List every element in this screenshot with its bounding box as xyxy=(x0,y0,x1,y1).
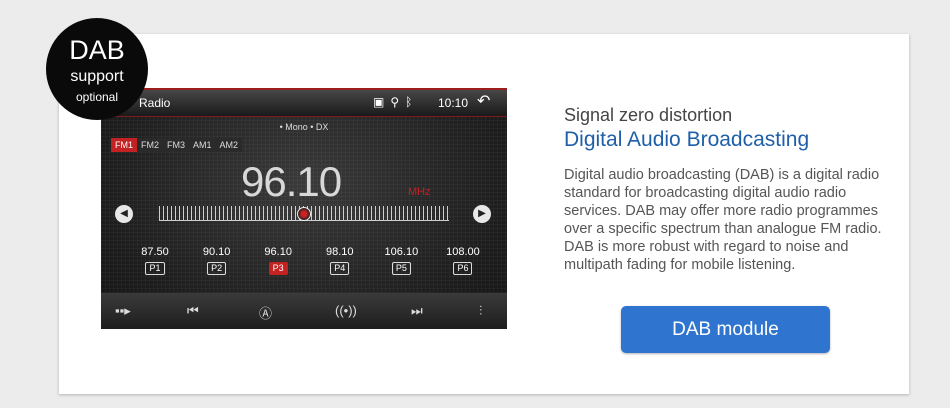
next-icon[interactable]: ⏭ xyxy=(411,303,423,319)
tuning-marker[interactable] xyxy=(297,207,311,221)
band-selector: FM1 FM2 FM3 AM1 AM2 xyxy=(111,138,243,152)
band-fm3[interactable]: FM3 xyxy=(163,138,189,152)
source-icon[interactable]: ▪▪▸ xyxy=(115,303,131,319)
bluetooth-icon: ᛒ xyxy=(405,95,413,109)
band-am1[interactable]: AM1 xyxy=(189,138,216,152)
location-icon: ⚲ xyxy=(390,95,400,109)
preset-item[interactable]: 98.10 P4 xyxy=(314,246,366,276)
clock: 10:10 xyxy=(438,96,469,110)
badge-line1: DAB xyxy=(69,35,125,65)
control-bar: ▪▪▸ ⏮ Ⓐ ((•)) ⏭ ⫶ xyxy=(101,293,507,329)
preset-item[interactable]: 90.10 P2 xyxy=(191,246,243,276)
preset-list: 87.50 P1 90.10 P2 96.10 P3 98.10 P4 106.… xyxy=(129,246,489,276)
auto-search-icon[interactable]: Ⓐ xyxy=(259,303,272,322)
radio-screen: Radio ▣ ⚲ ᛒ 10:10 ↶ • Mono • DX FM1 FM2 FM… xyxy=(101,88,507,329)
previous-icon[interactable]: ⏮ xyxy=(187,303,199,319)
broadcast-icon[interactable]: ((•)) xyxy=(335,303,357,318)
tune-left-icon[interactable]: ◀ xyxy=(115,205,133,223)
band-fm2[interactable]: FM2 xyxy=(137,138,163,152)
status-bar: Radio ▣ ⚲ ᛒ 10:10 ↶ xyxy=(101,88,507,117)
equalizer-icon[interactable]: ⫶ xyxy=(479,303,482,319)
sd-card-icon: ▣ xyxy=(373,95,385,109)
band-fm1[interactable]: FM1 xyxy=(111,138,137,152)
section-title: Digital Audio Broadcasting xyxy=(564,128,810,151)
badge-line3: optional xyxy=(75,90,119,104)
dab-module-button[interactable]: DAB module xyxy=(621,306,830,353)
dab-support-badge: DAB support optional xyxy=(46,18,148,120)
preset-item[interactable]: 87.50 P1 xyxy=(129,246,181,276)
band-am2[interactable]: AM2 xyxy=(216,138,243,152)
badge-line2: support xyxy=(70,68,124,85)
preset-item[interactable]: 96.10 P3 xyxy=(252,246,304,276)
frequency-display: 96.10 xyxy=(241,158,342,205)
tune-right-icon[interactable]: ▶ xyxy=(473,205,491,223)
section-subtitle: Signal zero distortion xyxy=(564,105,733,125)
audio-flags: • Mono • DX xyxy=(279,122,329,132)
section-description: Digital audio broadcasting (DAB) is a di… xyxy=(564,167,882,273)
preset-item[interactable]: 108.00 P6 xyxy=(437,246,489,276)
preset-item[interactable]: 106.10 P5 xyxy=(375,246,427,276)
frequency-unit: MHz xyxy=(408,186,431,198)
back-icon[interactable]: ↶ xyxy=(477,91,490,111)
